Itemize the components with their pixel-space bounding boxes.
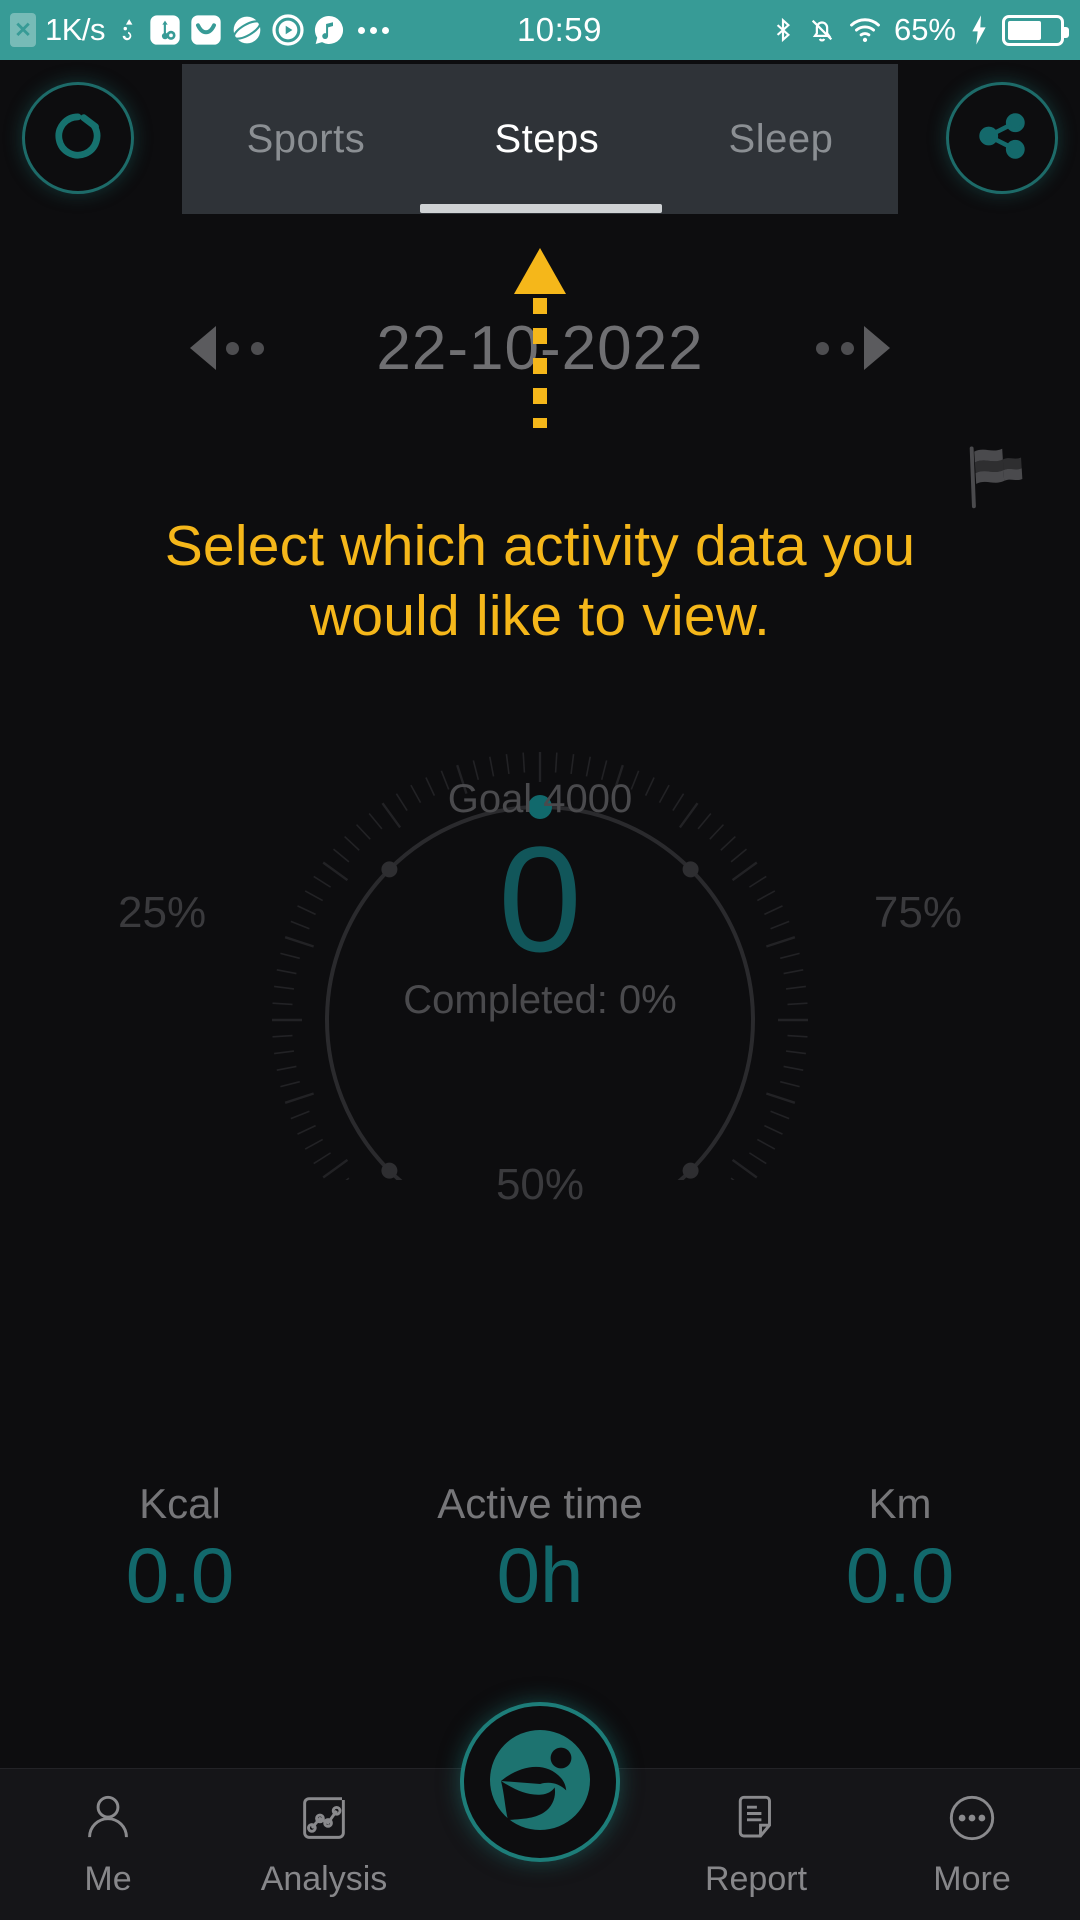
stat-kcal-value: 0.0 xyxy=(125,1531,235,1619)
charging-bolt-icon xyxy=(968,14,990,46)
sim-card-icon: ✕ xyxy=(10,13,36,47)
status-bar-left: ✕ 1K/s xyxy=(0,12,390,48)
clock-label: 10:59 xyxy=(516,11,603,48)
chart-icon xyxy=(295,1791,353,1850)
mail-icon xyxy=(190,14,222,46)
previous-day-button[interactable] xyxy=(190,326,264,370)
share-icon xyxy=(973,107,1031,170)
battery-percent-label: 65% xyxy=(893,12,956,47)
runner-icon xyxy=(476,1716,604,1849)
status-bar-center: 10:59 xyxy=(389,11,770,49)
nav-item-more[interactable]: More xyxy=(864,1791,1080,1899)
status-bar-right: 65% xyxy=(770,12,1080,48)
stat-active-time-value: 0h xyxy=(496,1531,584,1619)
steps-gauge[interactable]: Goal 4000 0 Completed: 0% 25% 75% 50% xyxy=(118,620,962,1209)
pointer-arrow-icon xyxy=(514,248,566,294)
network-rate-label: 1K/s xyxy=(45,12,106,47)
nav-item-report[interactable]: Report xyxy=(648,1791,864,1899)
wifi-icon xyxy=(848,15,882,45)
nav-item-me[interactable]: Me xyxy=(0,1791,216,1899)
stat-kcal[interactable]: Kcal 0.0 xyxy=(0,1480,360,1614)
document-icon xyxy=(728,1791,784,1850)
nav-item-report-label: Report xyxy=(704,1859,808,1898)
person-icon xyxy=(79,1791,137,1850)
checkered-flag-icon xyxy=(958,438,1036,516)
gauge-tick-label-50: 50% xyxy=(495,1160,585,1209)
next-day-button[interactable] xyxy=(816,326,890,370)
chevron-right-icon xyxy=(864,326,890,370)
activity-tabs: Sports Steps Sleep xyxy=(182,64,898,214)
prev-dots-icon xyxy=(226,341,264,355)
stat-km[interactable]: Km 0.0 xyxy=(720,1480,1080,1614)
tab-steps[interactable]: Steps xyxy=(488,117,605,162)
share-button[interactable] xyxy=(946,82,1058,194)
gauge-tick-label-25: 25% xyxy=(118,888,207,937)
start-activity-button[interactable] xyxy=(460,1702,620,1862)
stat-km-value: 0.0 xyxy=(845,1531,955,1619)
nav-item-me-label: Me xyxy=(84,1859,132,1898)
date-navigation: 22-10-2022 xyxy=(0,300,1080,396)
current-date-label[interactable]: 22-10-2022 xyxy=(376,313,703,384)
nav-item-analysis[interactable]: Analysis xyxy=(216,1791,432,1899)
gauge-completed-label: Completed: 0% xyxy=(403,978,677,1023)
stat-active-time[interactable]: Active time 0h xyxy=(360,1480,720,1614)
usb-debug-icon xyxy=(149,14,181,46)
more-dots-icon xyxy=(358,26,390,34)
activity-stats: Kcal 0.0 Active time 0h Km 0.0 xyxy=(0,1480,1080,1660)
top-bar: Sports Steps Sleep xyxy=(0,60,1080,218)
nav-item-analysis-label: Analysis xyxy=(260,1859,388,1898)
sync-circle-icon xyxy=(47,105,109,172)
stat-kcal-label: Kcal xyxy=(139,1480,221,1527)
sync-button[interactable] xyxy=(22,82,134,194)
active-tab-indicator xyxy=(420,204,662,213)
usb-icon xyxy=(114,13,140,47)
mute-bell-icon xyxy=(808,12,836,48)
stat-active-time-label: Active time xyxy=(437,1480,643,1527)
music-icon xyxy=(313,14,345,46)
chevron-left-icon xyxy=(190,326,216,370)
stat-km-label: Km xyxy=(868,1480,932,1527)
play-circle-icon xyxy=(272,14,304,46)
more-circle-icon xyxy=(943,1791,1001,1850)
bluetooth-icon xyxy=(770,12,796,48)
gauge-step-count: 0 xyxy=(498,814,582,983)
battery-icon xyxy=(1002,14,1069,46)
app-root: ✕ 1K/s 10:59 65% Sports Steps Sleep 22-1… xyxy=(0,0,1080,1920)
tab-sleep[interactable]: Sleep xyxy=(723,117,840,162)
gauge-center-readout: Goal 4000 0 Completed: 0% xyxy=(140,620,940,1180)
nav-item-more-label: More xyxy=(933,1859,1011,1898)
next-dots-icon xyxy=(816,341,854,355)
browser-icon xyxy=(231,14,263,46)
status-bar: ✕ 1K/s 10:59 65% xyxy=(0,0,1080,60)
gauge-tick-label-75: 75% xyxy=(873,888,962,937)
tab-sports[interactable]: Sports xyxy=(241,117,372,162)
